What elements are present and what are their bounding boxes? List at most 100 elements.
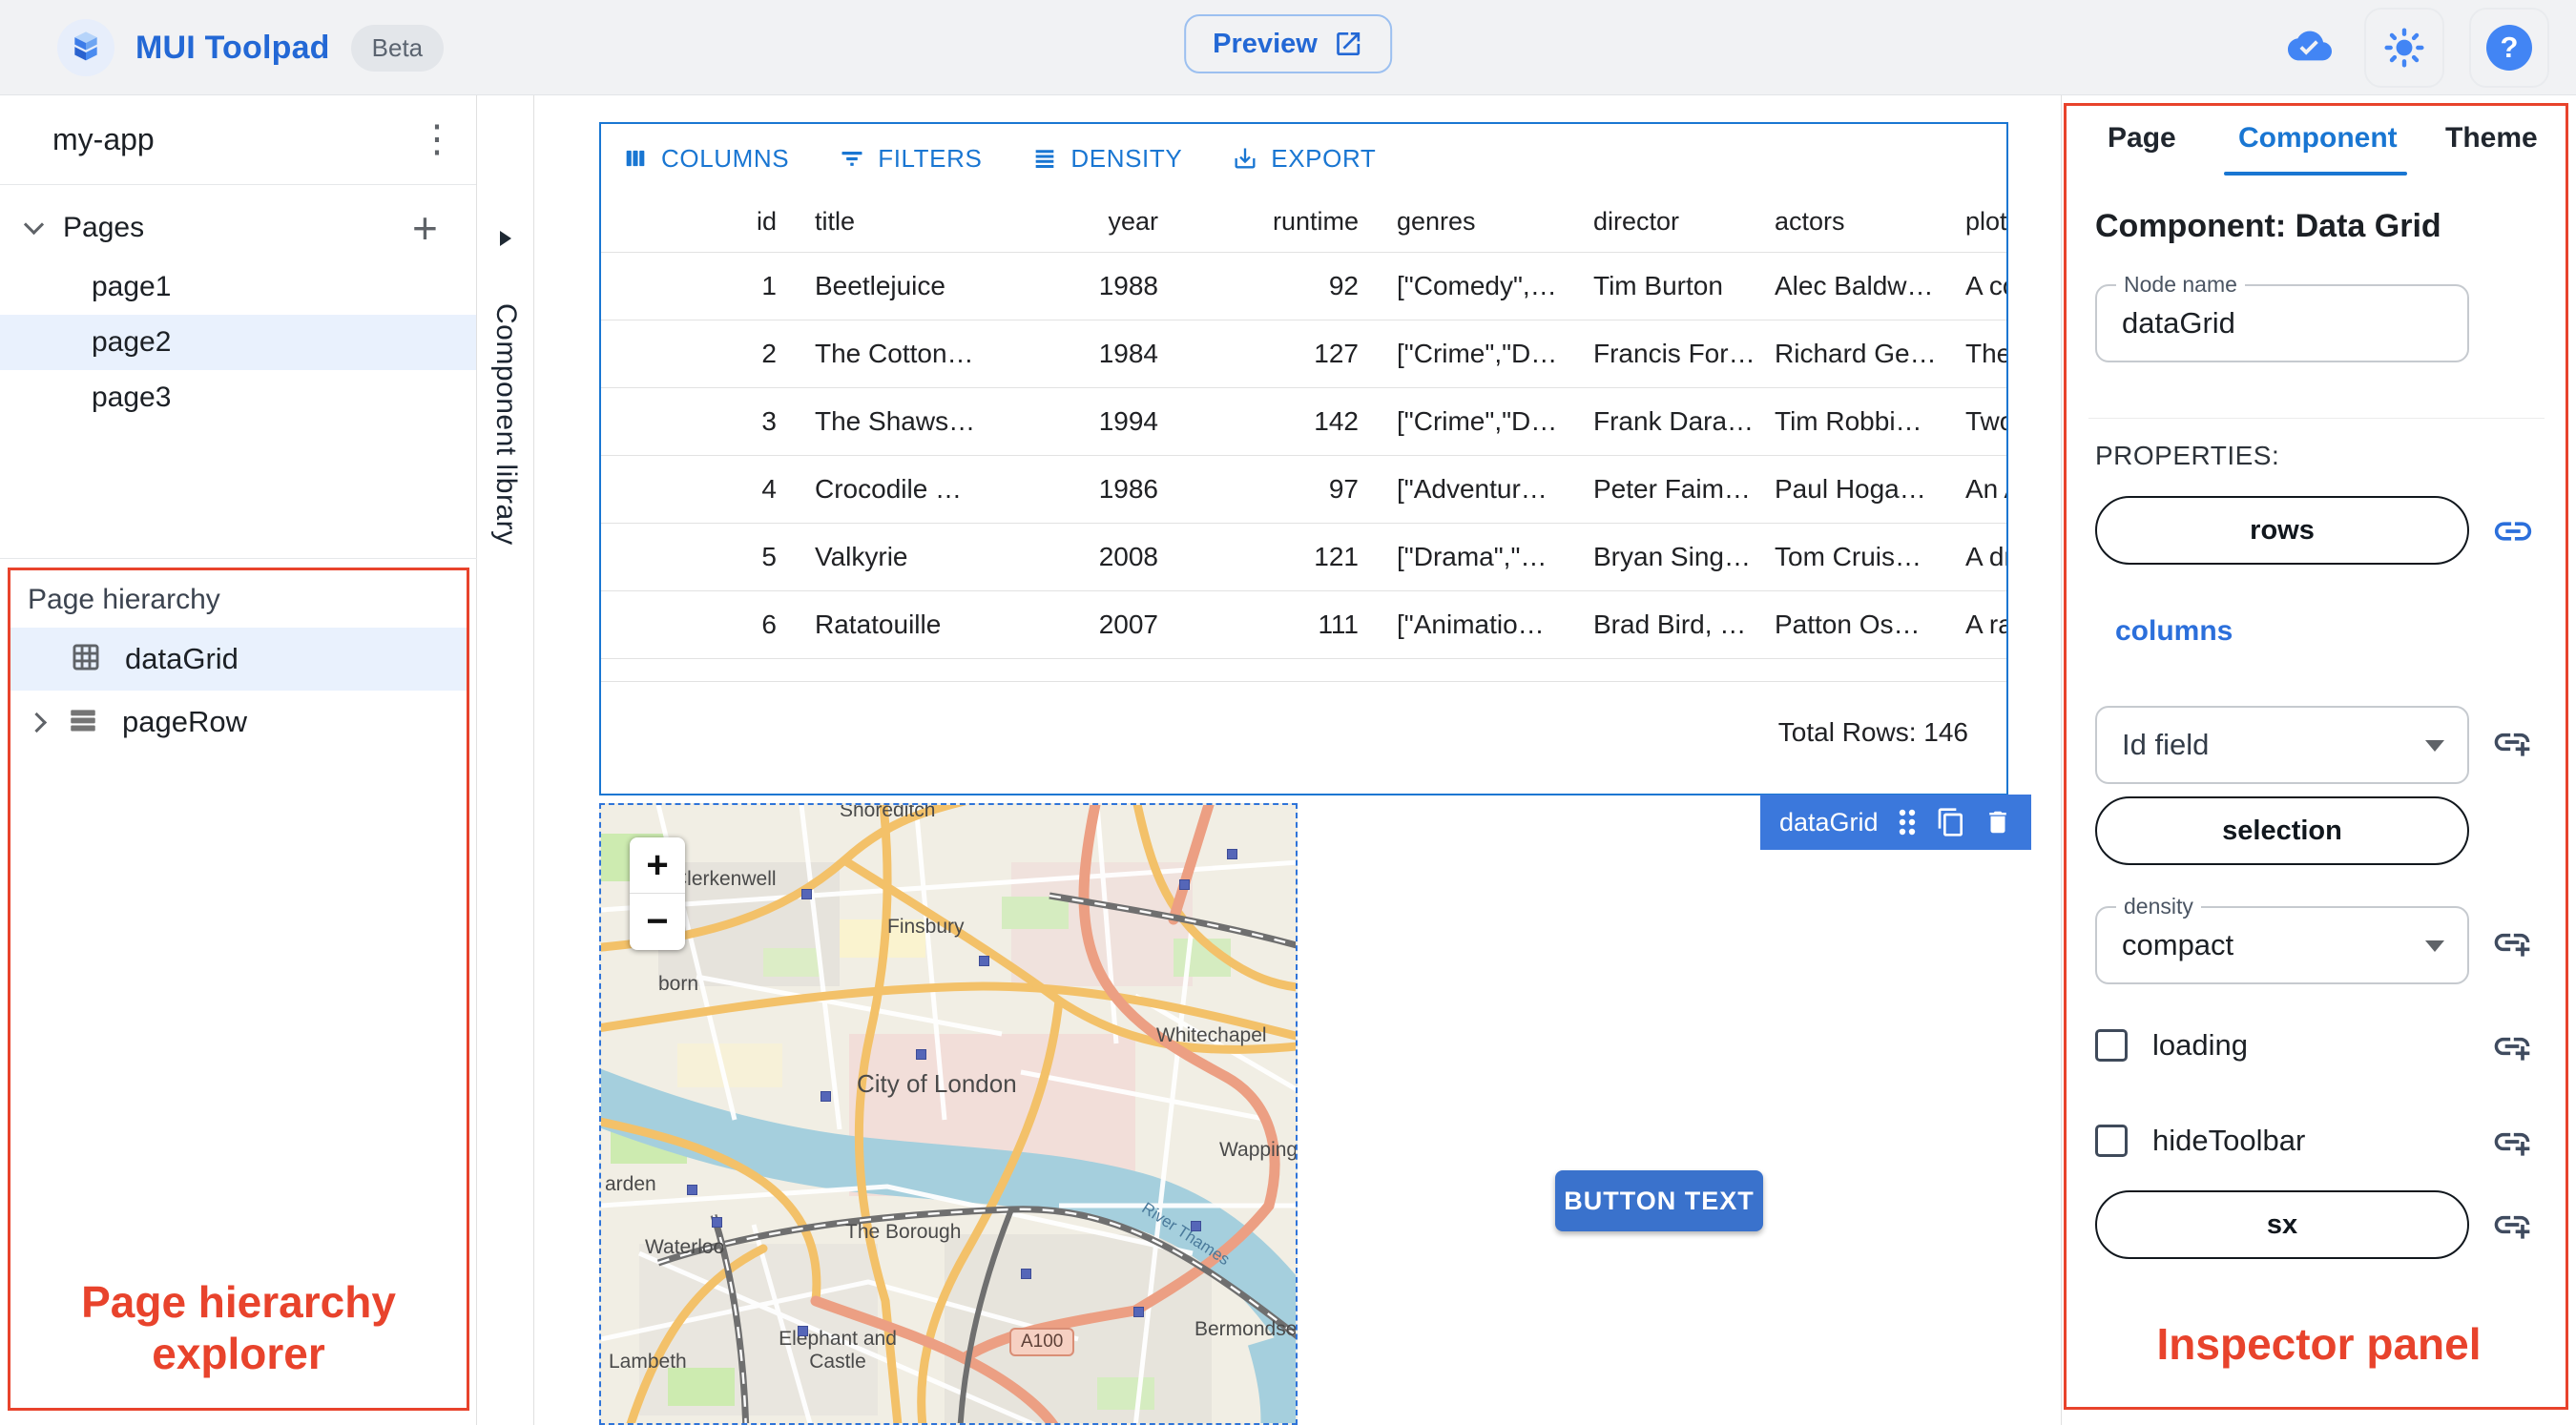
cell-genres[interactable]: ["Drama","… [1378, 522, 1574, 590]
cell-runtime[interactable]: 127 [1177, 319, 1378, 387]
cell-genres[interactable]: ["Adventur… [1378, 454, 1574, 523]
cell-id[interactable]: 3 [601, 386, 796, 455]
cell-genres[interactable]: ["Animatio… [1378, 589, 1574, 658]
cell-plot[interactable]: A com [1946, 252, 2006, 320]
column-header-runtime[interactable]: runtime [1177, 193, 1378, 253]
hidetoolbar-checkbox[interactable] [2095, 1125, 2128, 1157]
cell-genres[interactable]: ["Crime","D… [1378, 319, 1574, 387]
cell-id[interactable]: 1 [601, 252, 796, 320]
column-header-plot[interactable]: plot [1946, 193, 2006, 253]
columns-property-link[interactable]: columns [2115, 615, 2233, 648]
cell-plot[interactable]: A rat [1946, 589, 2006, 658]
datagrid-selection-chip[interactable]: dataGrid [1760, 795, 2031, 850]
export-button[interactable]: EXPORT [1232, 144, 1376, 174]
cell-actors[interactable]: Tim Robbi… [1755, 386, 1946, 455]
cell-runtime[interactable]: 121 [1177, 522, 1378, 590]
cell-year[interactable]: 2008 [996, 522, 1177, 590]
pages-section-header[interactable]: Pages + [0, 200, 476, 259]
canvas-button-component[interactable]: BUTTON TEXT [1555, 1170, 1763, 1231]
cell-runtime[interactable]: 111 [1177, 589, 1378, 658]
table-row[interactable]: 1 Beetlejuice 1988 92 ["Comedy",… Tim Burton A… [601, 252, 2006, 320]
map-component[interactable]: Shoreditch Clerkenwell Finsbury born Whitech… [599, 803, 1298, 1425]
column-header-id[interactable]: id [601, 193, 796, 253]
cell-actors[interactable]: Tom Cruis… [1755, 522, 1946, 590]
tab-component[interactable]: Component [2238, 122, 2398, 155]
sidebar-item-page1[interactable]: page1 [0, 259, 476, 315]
cell-director[interactable]: Brad Bird, … [1574, 589, 1755, 658]
add-page-button[interactable]: + [412, 202, 438, 254]
add-link-icon[interactable] [2491, 1204, 2533, 1250]
cell-runtime[interactable]: 142 [1177, 386, 1378, 455]
density-button[interactable]: DENSITY [1031, 144, 1182, 174]
sx-property-button[interactable]: sx [2095, 1190, 2469, 1259]
selection-property-button[interactable]: selection [2095, 796, 2469, 865]
column-header-title[interactable]: title [796, 193, 996, 253]
zoom-out-button[interactable]: − [630, 894, 685, 950]
duplicate-icon[interactable] [1936, 807, 1966, 837]
add-link-icon[interactable] [2491, 1025, 2533, 1072]
datagrid-component[interactable]: COLUMNS FILTERS DENSITY EXPORT id title … [599, 122, 2008, 795]
cell-genres[interactable]: ["Comedy",… [1378, 252, 1574, 320]
add-link-icon[interactable] [2491, 721, 2533, 768]
theme-toggle-button[interactable] [2364, 8, 2444, 88]
cell-year[interactable]: 2007 [996, 589, 1177, 658]
expand-library-arrow-icon[interactable] [500, 231, 511, 246]
cell-id[interactable]: 5 [601, 522, 796, 590]
tab-page[interactable]: Page [2108, 122, 2176, 155]
cell-plot[interactable]: An Am [1946, 454, 2006, 523]
rows-property-button[interactable]: rows [2095, 496, 2469, 565]
cell-actors[interactable]: Richard Ge… [1755, 319, 1946, 387]
node-name-field[interactable]: Node name dataGrid [2095, 272, 2469, 362]
column-header-director[interactable]: director [1574, 193, 1755, 253]
cell-year[interactable]: 1994 [996, 386, 1177, 455]
cell-director[interactable]: Frank Dara… [1574, 386, 1755, 455]
cell-id[interactable]: 6 [601, 589, 796, 658]
cell-director[interactable]: Tim Burton [1574, 252, 1755, 320]
cell-actors[interactable]: Paul Hoga… [1755, 454, 1946, 523]
add-link-icon[interactable] [2491, 1121, 2533, 1167]
loading-checkbox[interactable] [2095, 1029, 2128, 1062]
zoom-in-button[interactable]: + [630, 837, 685, 894]
cell-director[interactable]: Peter Faim… [1574, 454, 1755, 523]
cell-actors[interactable]: Alec Baldw… [1755, 252, 1946, 320]
cell-actors[interactable]: Patton Os… [1755, 589, 1946, 658]
table-row[interactable]: 5 Valkyrie 2008 121 ["Drama","… Bryan Sing… To… [601, 522, 2006, 590]
column-header-actors[interactable]: actors [1755, 193, 1946, 253]
table-row[interactable]: 3 The Shaws… 1994 142 ["Crime","D… Frank Dara… [601, 386, 2006, 455]
delete-icon[interactable] [1984, 807, 2012, 837]
drag-handle-icon[interactable] [1896, 807, 1919, 837]
cell-title[interactable]: Beetlejuice [796, 252, 996, 320]
add-link-icon[interactable] [2491, 921, 2533, 968]
cell-title[interactable]: The Shaws… [796, 386, 996, 455]
preview-button[interactable]: Preview [1184, 14, 1392, 73]
project-menu-button[interactable]: ⋮ [418, 116, 456, 162]
tab-theme[interactable]: Theme [2445, 122, 2538, 155]
cell-year[interactable]: 1984 [996, 319, 1177, 387]
help-button[interactable]: ? [2469, 8, 2549, 88]
cell-title[interactable]: Crocodile … [796, 454, 996, 523]
cell-plot[interactable]: The s [1946, 319, 2006, 387]
cell-title[interactable]: The Cotton… [796, 319, 996, 387]
cell-id[interactable]: 4 [601, 454, 796, 523]
cell-title[interactable]: Ratatouille [796, 589, 996, 658]
cell-director[interactable]: Francis For… [1574, 319, 1755, 387]
cell-plot[interactable]: A dra [1946, 522, 2006, 590]
table-row[interactable]: 2 The Cotton… 1984 127 ["Crime","D… Francis F… [601, 319, 2006, 387]
column-header-year[interactable]: year [996, 193, 1177, 253]
hierarchy-item-pagerow[interactable]: pageRow [10, 691, 467, 754]
cell-director[interactable]: Bryan Sing… [1574, 522, 1755, 590]
table-row[interactable]: 4 Crocodile … 1986 97 ["Adventur… Peter Faim…… [601, 454, 2006, 523]
cell-title[interactable]: Valkyrie [796, 522, 996, 590]
table-row[interactable]: 6 Ratatouille 2007 111 ["Animatio… Brad Bird,… [601, 589, 2006, 658]
cell-plot[interactable]: Two i [1946, 386, 2006, 455]
hierarchy-item-datagrid[interactable]: dataGrid [10, 628, 467, 691]
columns-button[interactable]: COLUMNS [622, 144, 789, 174]
cell-year[interactable]: 1986 [996, 454, 1177, 523]
density-select[interactable]: density compact [2095, 894, 2469, 984]
cell-id[interactable]: 2 [601, 319, 796, 387]
sidebar-item-page2[interactable]: page2 [0, 315, 476, 370]
filters-button[interactable]: FILTERS [839, 144, 982, 174]
cell-year[interactable]: 1988 [996, 252, 1177, 320]
id-field-select[interactable]: Id field [2095, 706, 2469, 784]
cell-runtime[interactable]: 97 [1177, 454, 1378, 523]
